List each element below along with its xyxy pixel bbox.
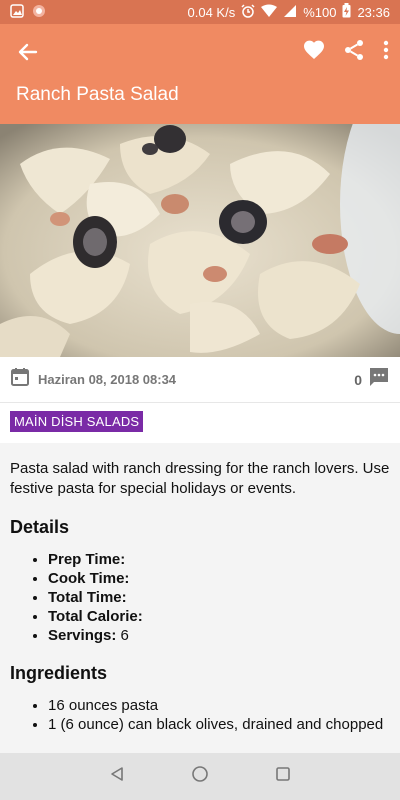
- detail-item-total-calorie: Total Calorie:: [48, 607, 390, 626]
- recipe-description: Pasta salad with ranch dressing for the …: [10, 460, 390, 497]
- category-tag[interactable]: MAİN DİSH SALADS: [10, 411, 144, 432]
- alarm-icon: [241, 3, 255, 21]
- category-row: MAİN DİSH SALADS: [0, 403, 400, 443]
- battery-percent: %100: [303, 4, 337, 20]
- image-notification-icon: [10, 3, 24, 21]
- calendar-icon: [10, 367, 30, 392]
- nav-recents-icon[interactable]: [275, 766, 291, 787]
- page-title: Ranch Pasta Salad: [16, 84, 179, 105]
- detail-item-cook-time: Cook Time:: [48, 569, 390, 588]
- nav-back-icon[interactable]: [109, 766, 125, 787]
- ingredients-heading: Ingredients: [10, 663, 108, 683]
- favorite-heart-icon[interactable]: [302, 38, 326, 67]
- detail-item-total-time: Total Time:: [48, 588, 390, 607]
- nav-home-icon[interactable]: [191, 765, 209, 788]
- details-heading: Details: [10, 517, 70, 537]
- status-bar: 0.04 K/s %100 23:36: [0, 0, 400, 24]
- comments-button[interactable]: 0: [354, 366, 390, 393]
- comment-icon: [368, 366, 390, 393]
- share-icon[interactable]: [342, 38, 366, 67]
- comment-count: 0: [354, 371, 362, 388]
- ingredients-list: 16 ounces pasta 1 (6 ounce) can black ol…: [10, 696, 390, 734]
- app-notification-icon: [32, 4, 46, 21]
- network-speed: 0.04 K/s: [187, 4, 236, 20]
- detail-item-servings: Servings: 6: [48, 626, 390, 645]
- signal-icon: [283, 4, 297, 21]
- ingredient-item: 16 ounces pasta: [48, 696, 390, 715]
- recipe-meta: Haziran 08, 2018 08:34 0: [0, 357, 400, 403]
- detail-item-prep-time: Prep Time:: [48, 550, 390, 569]
- recipe-photo: [0, 124, 400, 357]
- system-nav-bar: [0, 753, 400, 800]
- battery-charging-icon: [342, 3, 351, 21]
- publish-date: Haziran 08, 2018 08:34: [38, 372, 177, 387]
- app-bar: Ranch Pasta Salad: [0, 24, 400, 124]
- more-options-icon[interactable]: [382, 38, 390, 67]
- back-arrow-icon[interactable]: [14, 38, 42, 66]
- wifi-icon: [261, 4, 278, 21]
- ingredient-item: 1 (6 ounce) can black olives, drained an…: [48, 715, 390, 734]
- details-list: Prep Time: Cook Time: Total Time: Total …: [10, 550, 390, 645]
- recipe-content: Pasta salad with ranch dressing for the …: [0, 443, 400, 753]
- clock: 23:36: [357, 4, 390, 20]
